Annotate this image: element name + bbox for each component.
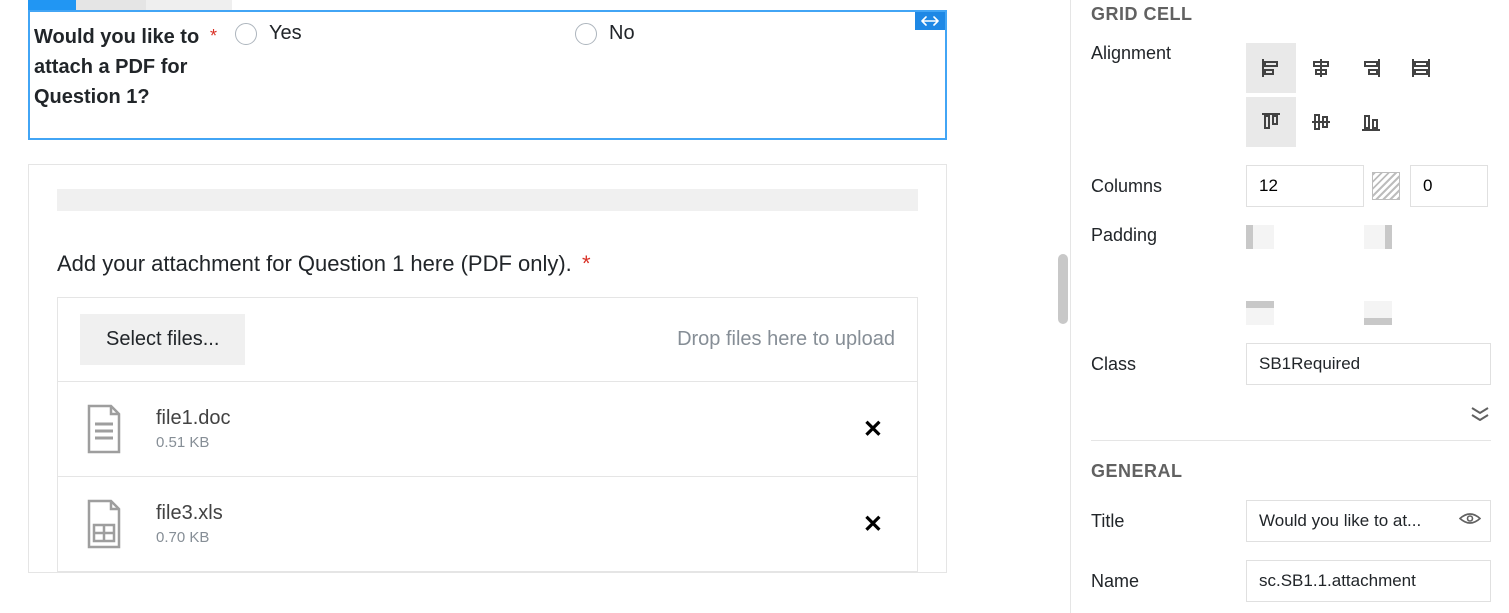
question-label: Would you like to attach a PDF for Quest… bbox=[34, 22, 204, 112]
padding-bottom-button[interactable] bbox=[1364, 301, 1392, 325]
required-star-icon: * bbox=[582, 251, 591, 276]
title-row: Title bbox=[1091, 500, 1491, 542]
columns-row: Columns bbox=[1091, 165, 1491, 207]
padding-left-button[interactable] bbox=[1246, 225, 1274, 249]
padding-row: Padding bbox=[1091, 225, 1491, 325]
align-v-bottom-icon[interactable] bbox=[1346, 97, 1396, 147]
name-label: Name bbox=[1091, 571, 1246, 592]
tab-segment[interactable] bbox=[76, 0, 146, 10]
radio-label: No bbox=[609, 22, 635, 45]
class-row: Class bbox=[1091, 343, 1491, 385]
radio-option-yes[interactable]: Yes bbox=[235, 22, 575, 45]
file-name: file3.xls bbox=[156, 502, 855, 525]
file-xls-icon bbox=[84, 499, 124, 549]
align-h-right-icon[interactable] bbox=[1346, 43, 1396, 93]
attachment-panel: Add your attachment for Question 1 here … bbox=[28, 164, 947, 573]
expand-section-button[interactable] bbox=[1091, 403, 1491, 441]
radio-option-no[interactable]: No bbox=[575, 22, 635, 45]
align-v-middle-icon[interactable] bbox=[1296, 97, 1346, 147]
class-input[interactable] bbox=[1246, 343, 1491, 385]
align-h-stretch-icon[interactable] bbox=[1396, 43, 1446, 93]
placeholder-bar bbox=[57, 189, 918, 211]
chevron-double-down-icon bbox=[1469, 407, 1491, 426]
padding-top-button[interactable] bbox=[1246, 301, 1274, 325]
padding-label: Padding bbox=[1091, 225, 1246, 246]
align-v-top-icon[interactable] bbox=[1246, 97, 1296, 147]
form-canvas: Would you like to attach a PDF for Quest… bbox=[0, 0, 975, 613]
align-h-left-icon[interactable] bbox=[1246, 43, 1296, 93]
radio-icon bbox=[235, 23, 257, 45]
remove-file-button[interactable]: ✕ bbox=[855, 415, 891, 444]
radio-icon bbox=[575, 23, 597, 45]
file-size: 0.51 KB bbox=[156, 434, 855, 451]
file-row: file1.doc 0.51 KB ✕ bbox=[58, 382, 917, 477]
attachment-heading-text: Add your attachment for Question 1 here … bbox=[57, 251, 572, 276]
columns-label: Columns bbox=[1091, 176, 1246, 197]
file-row: file3.xls 0.70 KB ✕ bbox=[58, 477, 917, 571]
dropzone-hint: Drop files here to upload bbox=[677, 328, 895, 351]
upload-dropzone[interactable]: Select files... Drop files here to uploa… bbox=[57, 297, 918, 572]
properties-panel: GRID CELL Alignment Columns Padding bbox=[1070, 0, 1509, 613]
radio-label: Yes bbox=[269, 22, 302, 45]
attachment-heading: Add your attachment for Question 1 here … bbox=[57, 251, 918, 277]
file-meta: file3.xls 0.70 KB bbox=[156, 502, 855, 546]
scrollbar-thumb[interactable] bbox=[1058, 254, 1068, 324]
columns-offset-input[interactable] bbox=[1410, 165, 1488, 207]
tab-segment-active[interactable] bbox=[28, 0, 76, 10]
title-input[interactable] bbox=[1246, 500, 1491, 542]
required-star-icon: * bbox=[210, 22, 217, 51]
select-files-button[interactable]: Select files... bbox=[80, 314, 245, 365]
resize-handle-icon[interactable] bbox=[915, 12, 945, 30]
alignment-row: Alignment bbox=[1091, 43, 1491, 147]
class-label: Class bbox=[1091, 354, 1246, 375]
section-header-gridcell: GRID CELL bbox=[1091, 0, 1491, 25]
dropzone-header: Select files... Drop files here to uploa… bbox=[58, 298, 917, 382]
file-size: 0.70 KB bbox=[156, 529, 855, 546]
selected-question-block[interactable]: Would you like to attach a PDF for Quest… bbox=[28, 10, 947, 140]
file-doc-icon bbox=[84, 404, 124, 454]
tab-segment[interactable] bbox=[146, 0, 232, 10]
alignment-label: Alignment bbox=[1091, 43, 1246, 64]
name-input[interactable] bbox=[1246, 560, 1491, 602]
visibility-toggle-icon[interactable] bbox=[1459, 512, 1481, 531]
padding-right-button[interactable] bbox=[1364, 225, 1392, 249]
file-name: file1.doc bbox=[156, 407, 855, 430]
tab-strip bbox=[28, 0, 947, 10]
offset-hatch-icon bbox=[1372, 172, 1400, 200]
align-h-center-icon[interactable] bbox=[1296, 43, 1346, 93]
title-label: Title bbox=[1091, 511, 1246, 532]
file-meta: file1.doc 0.51 KB bbox=[156, 407, 855, 451]
name-row: Name bbox=[1091, 560, 1491, 602]
remove-file-button[interactable]: ✕ bbox=[855, 510, 891, 539]
columns-input[interactable] bbox=[1246, 165, 1364, 207]
section-header-general: GENERAL bbox=[1091, 461, 1491, 482]
